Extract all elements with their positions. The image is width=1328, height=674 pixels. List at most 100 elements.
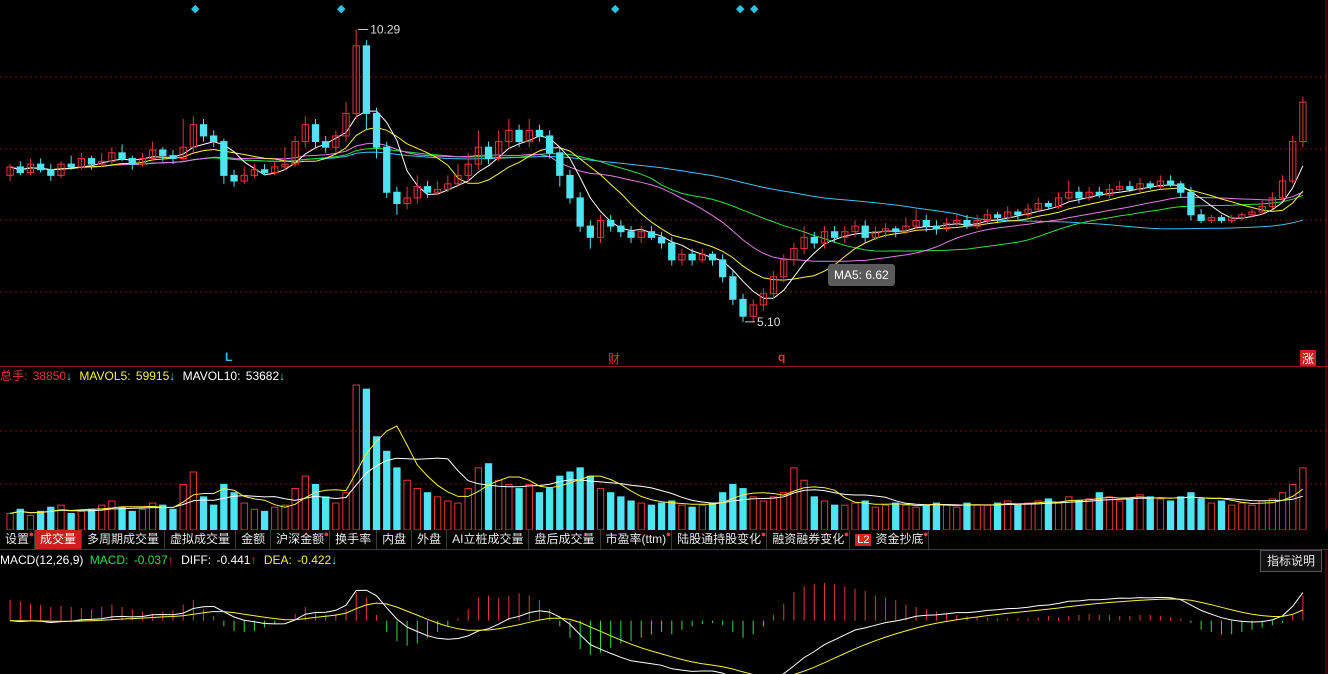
candle-body [1197,214,1205,221]
volume-bar [87,508,96,531]
candle-body [556,152,564,176]
tab-9[interactable]: AI立桩成交量 [447,530,530,549]
tab-1[interactable]: 成交量 [35,530,83,549]
volume-bar [1258,500,1266,531]
kline-chart[interactable]: 10.29 5.10 [0,0,1328,674]
volume-bar [433,496,442,531]
high-price-label: 10.29 [370,22,400,36]
volume-bar [271,506,279,531]
candle-body [67,163,75,168]
mavol5-label: MAVOL5: [79,369,131,383]
event-marker-finance[interactable]: 财 [608,350,620,367]
tab-label: 沪深金额 [276,532,325,546]
diamond-marker-icon[interactable]: ◆ [750,2,758,15]
diamond-marker-icon[interactable]: ◆ [611,2,619,15]
volume-bar [1217,500,1226,531]
candle-body [1126,186,1134,190]
volume-bar [474,467,483,531]
tab-13[interactable]: 融资融券变化 ● [767,529,851,549]
tab-6[interactable]: 换手率 [330,530,378,549]
candle-body [1014,211,1022,216]
tab-label: 陆股通持股变化 [677,532,762,546]
l2-badge: L2 [855,534,872,546]
candle-body [739,298,747,317]
candle-body [1146,183,1154,188]
tab-10[interactable]: 盘后成交量 [529,530,601,549]
volume-bar [942,504,951,531]
volume-bar [464,488,472,531]
volume-bar [576,467,584,531]
macd-name: MACD(12,26,9) [0,553,84,567]
candle-body [210,135,218,143]
indicator-explain-button[interactable]: 指标说明 [1259,550,1322,572]
dea-label: DEA: [263,553,292,567]
volume-bar [881,504,890,531]
volume-bar [749,496,757,531]
volume-bar [830,504,839,531]
candle-body [169,155,177,159]
tab-3[interactable]: 虚拟成交量 [165,530,237,549]
tab-11[interactable]: 市盈率(ttm) ● [601,529,673,549]
volume-bar [1207,502,1215,531]
tab-7[interactable]: 内盘 [377,530,413,549]
diamond-marker-icon[interactable]: ◆ [337,2,345,15]
volume-bar [790,467,798,531]
candle-body [627,231,635,238]
tab-8[interactable]: 外盘 [412,530,448,549]
candle-body [199,124,208,137]
volume-bar [556,475,564,531]
volume-bar [1197,498,1205,531]
volume-bar [861,500,869,531]
volume-bar [993,502,1002,531]
volume-bar [332,502,340,531]
tab-dot-icon: ● [923,529,929,539]
volume-bar [179,483,187,531]
candle-body [36,163,45,171]
tab-12[interactable]: 陆股通持股变化 ● [672,529,768,549]
candle-body [932,225,941,230]
volume-bar [1156,498,1165,531]
event-marker-rise[interactable]: 涨 [1300,350,1317,367]
volume-bar [1024,502,1032,531]
tab-4[interactable]: 金额 [236,530,272,549]
candle-body [159,149,167,157]
candle-body [668,242,676,261]
tab-5[interactable]: 沪深金额 ● [271,529,331,549]
volume-bar [932,502,941,531]
volume-bar [260,510,269,531]
candle-body [362,45,371,114]
tab-label: 融资融券变化 [772,532,845,546]
volume-bar [240,502,248,531]
diamond-marker-icon[interactable]: ◆ [736,2,744,15]
candle-body [87,157,96,165]
volume-bar [647,504,656,531]
ma10-line [9,126,1304,281]
tab-label: 外盘 [417,532,442,546]
tab-label: 多周期成交量 [87,532,160,546]
volume-bar [1187,492,1195,531]
volume-bar [953,506,961,531]
volume-bar [1248,504,1256,531]
candle-body [892,228,900,233]
volume-bar [484,463,493,531]
candle-body [16,166,24,174]
candle-body [230,174,238,182]
tab-2[interactable]: 多周期成交量 [82,530,166,549]
diff-value: -0.441 [216,553,251,567]
volume-bar [627,500,635,531]
candle-body [220,141,228,176]
candle-body [1177,183,1185,193]
event-marker-l[interactable]: L [225,350,232,364]
volume-bar [810,496,818,531]
candle-body [372,112,381,148]
tab-14[interactable]: L2 资金抄底 ● [850,529,930,550]
diamond-marker-icon[interactable]: ◆ [191,2,199,15]
volume-bar [138,508,147,531]
volume-bar [1146,496,1154,531]
tab-0[interactable]: 设置 ● [0,529,36,549]
candle-body [729,276,737,300]
diff-arrow: ↑ [250,553,257,567]
volume-bar [820,500,829,531]
volume-bar [118,506,126,531]
event-marker-q[interactable]: q [778,350,785,364]
